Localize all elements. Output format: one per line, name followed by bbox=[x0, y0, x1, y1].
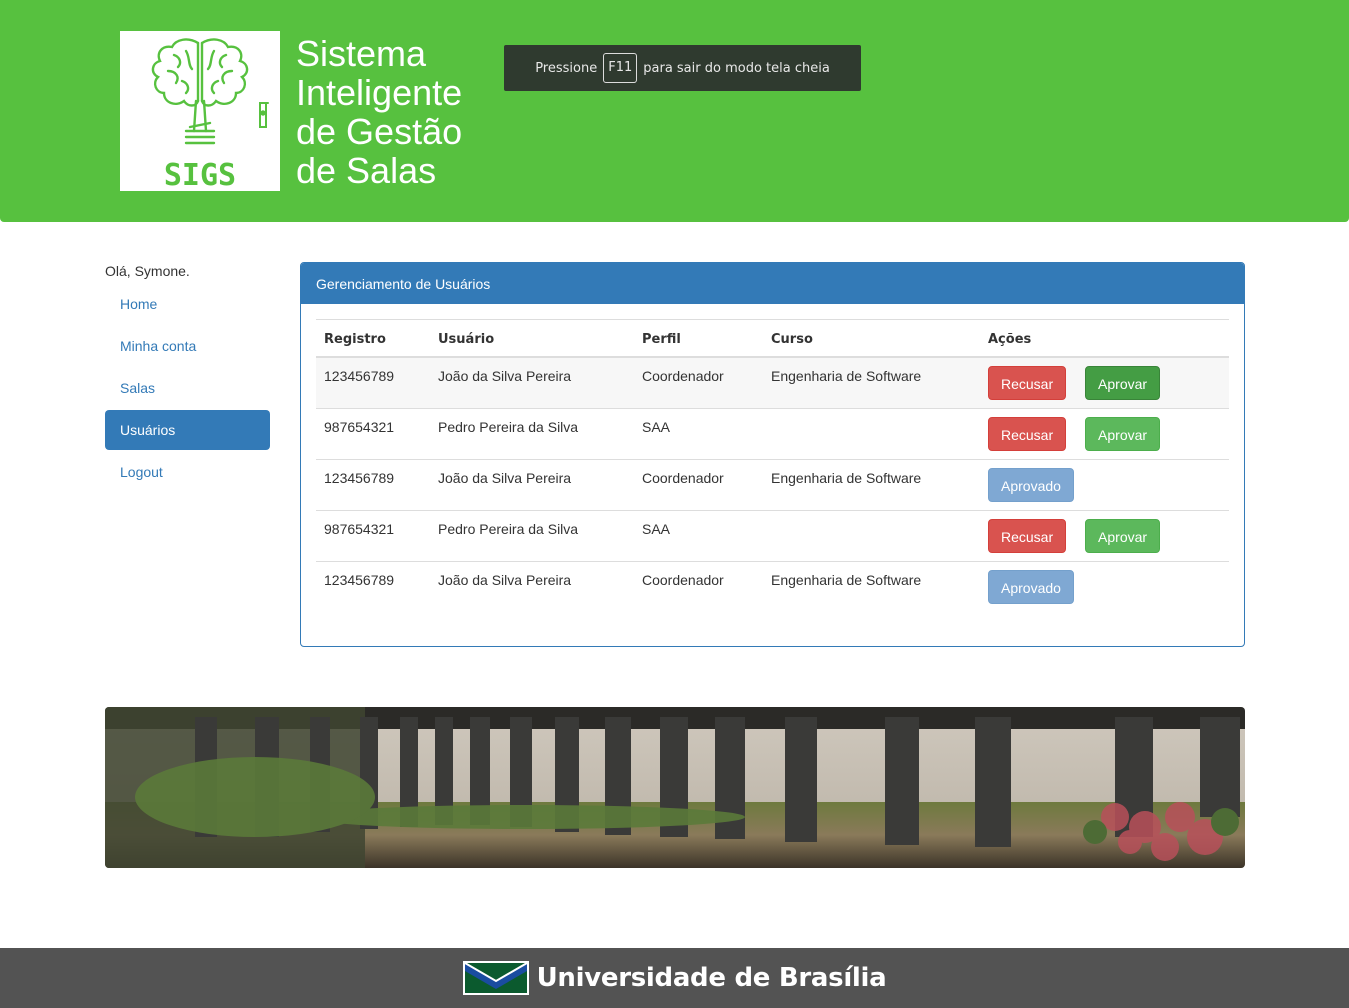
approve-button[interactable]: Aprovar bbox=[1085, 518, 1161, 553]
site-title-line: Sistema bbox=[296, 33, 427, 74]
sidebar-item-home[interactable]: Home bbox=[105, 284, 270, 324]
cell-usuario: João da Silva Pereira bbox=[430, 356, 634, 408]
table-row: 123456789 João da Silva Pereira Coordena… bbox=[316, 356, 1229, 408]
fullscreen-notice-before: Pressione bbox=[535, 60, 598, 76]
site-title-line: Inteligente bbox=[296, 72, 463, 113]
campus-colonnade-image bbox=[105, 707, 1245, 868]
approve-button[interactable]: Aprovar bbox=[1085, 416, 1161, 451]
column-header-usuario: Usuário bbox=[430, 319, 634, 358]
cell-registro: 987654321 bbox=[316, 509, 430, 561]
column-header-curso: Curso bbox=[763, 319, 980, 358]
cell-acoes: Recusar Aprovar bbox=[980, 509, 1229, 561]
brain-tree-icon: SIGS bbox=[151, 38, 269, 191]
user-management-panel: Gerenciamento de Usuários Registro Usuár… bbox=[300, 262, 1245, 647]
site-footer: Universidade de Brasília bbox=[0, 948, 1349, 1008]
column-header-registro: Registro bbox=[316, 319, 430, 358]
cell-usuario: Pedro Pereira da Silva bbox=[430, 407, 634, 459]
cell-perfil: SAA bbox=[634, 509, 763, 561]
cell-acoes: Aprovado bbox=[980, 560, 1229, 612]
cell-curso bbox=[763, 407, 980, 459]
cell-acoes: Recusar Aprovar bbox=[980, 407, 1229, 459]
site-title-line: de Salas bbox=[296, 150, 437, 191]
cell-curso: Engenharia de Software bbox=[763, 356, 980, 408]
table-row: 123456789 João da Silva Pereira Coordena… bbox=[316, 458, 1229, 510]
refuse-button[interactable]: Recusar bbox=[988, 416, 1067, 451]
site-header: SIGS Sistema Inteligente de Gestão de Sa… bbox=[0, 0, 1349, 222]
cell-acoes: Recusar Aprovar bbox=[980, 356, 1229, 408]
cell-usuario: João da Silva Pereira bbox=[430, 560, 634, 612]
cell-perfil: Coordenador bbox=[634, 560, 763, 612]
cell-registro: 123456789 bbox=[316, 458, 430, 510]
table-row: 123456789 João da Silva Pereira Coordena… bbox=[316, 560, 1229, 612]
cell-usuario: João da Silva Pereira bbox=[430, 458, 634, 510]
university-name: Universidade de Brasília bbox=[536, 963, 887, 993]
sidebar-item-salas[interactable]: Salas bbox=[105, 368, 270, 408]
panel-title: Gerenciamento de Usuários bbox=[301, 263, 1244, 304]
sidebar-item-logout[interactable]: Logout bbox=[105, 452, 270, 492]
column-header-perfil: Perfil bbox=[634, 319, 763, 358]
cell-curso: Engenharia de Software bbox=[763, 560, 980, 612]
approve-button[interactable]: Aprovar bbox=[1085, 365, 1161, 400]
cell-registro: 987654321 bbox=[316, 407, 430, 459]
table-header-row: Registro Usuário Perfil Curso Ações bbox=[316, 319, 1229, 358]
sigs-logo: SIGS bbox=[120, 31, 280, 191]
approved-button[interactable]: Aprovado bbox=[988, 569, 1074, 604]
unb-emblem-icon bbox=[462, 961, 529, 995]
svg-text:SIGS: SIGS bbox=[164, 158, 236, 191]
site-title: Sistema Inteligente de Gestão de Salas bbox=[296, 34, 462, 190]
refuse-button[interactable]: Recusar bbox=[988, 365, 1067, 400]
users-table: Registro Usuário Perfil Curso Ações 1234… bbox=[316, 319, 1229, 612]
cell-registro: 123456789 bbox=[316, 356, 430, 408]
cell-acoes: Aprovado bbox=[980, 458, 1229, 510]
user-greeting: Olá, Symone. bbox=[105, 263, 190, 279]
site-title-line: de Gestão bbox=[296, 111, 463, 152]
sidebar-item-minha-conta[interactable]: Minha conta bbox=[105, 326, 270, 366]
unb-logo: Universidade de Brasília bbox=[462, 961, 887, 995]
cell-registro: 123456789 bbox=[316, 560, 430, 612]
cell-curso bbox=[763, 509, 980, 561]
fullscreen-notice: Pressione F11 para sair do modo tela che… bbox=[504, 45, 861, 91]
refuse-button[interactable]: Recusar bbox=[988, 518, 1067, 553]
cell-perfil: SAA bbox=[634, 407, 763, 459]
fullscreen-notice-after: para sair do modo tela cheia bbox=[643, 60, 830, 76]
cell-perfil: Coordenador bbox=[634, 458, 763, 510]
f11-key: F11 bbox=[603, 53, 638, 83]
sidebar-item-usuarios[interactable]: Usuários bbox=[105, 410, 270, 450]
cell-curso: Engenharia de Software bbox=[763, 458, 980, 510]
campus-banner-image bbox=[105, 707, 1245, 868]
cell-perfil: Coordenador bbox=[634, 356, 763, 408]
table-row: 987654321 Pedro Pereira da Silva SAA Rec… bbox=[316, 509, 1229, 561]
table-row: 987654321 Pedro Pereira da Silva SAA Rec… bbox=[316, 407, 1229, 459]
sidebar-nav: Home Minha conta Salas Usuários Logout bbox=[105, 284, 270, 494]
approved-button[interactable]: Aprovado bbox=[988, 467, 1074, 502]
cell-usuario: Pedro Pereira da Silva bbox=[430, 509, 634, 561]
column-header-acoes: Ações bbox=[980, 319, 1229, 358]
